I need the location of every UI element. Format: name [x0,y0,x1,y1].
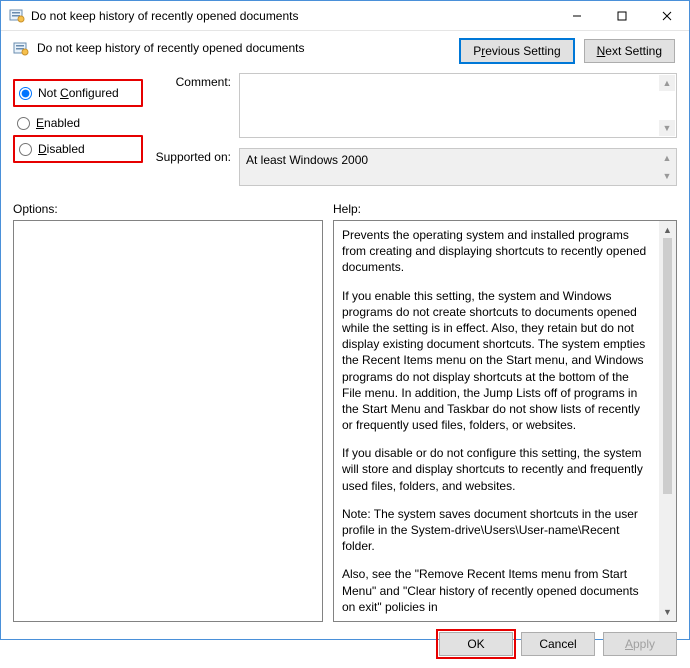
supported-scrollbar: ▲ ▼ [659,150,675,184]
radio-enabled[interactable]: Enabled [13,111,143,135]
help-paragraph: If you disable or do not configure this … [342,445,651,494]
supported-label: Supported on: [153,148,231,186]
mid-section: Not Configured Enabled Disabled Comment: [13,73,677,186]
scroll-down-icon[interactable]: ▼ [659,120,675,136]
radio-disabled-label: Disabled [38,142,85,156]
scroll-down-icon[interactable]: ▼ [659,604,676,621]
help-paragraph: Also, see the "Remove Recent Items menu … [342,566,651,615]
comment-scrollbar[interactable]: ▲ ▼ [659,75,675,136]
help-scrollbar[interactable]: ▲ ▼ [659,221,676,621]
help-label: Help: [333,202,361,216]
help-pane: Prevents the operating system and instal… [334,221,659,621]
highlight-disabled: Disabled [13,135,143,163]
minimize-button[interactable] [554,1,599,30]
highlight-not-configured: Not Configured [13,79,143,107]
panes-row: Prevents the operating system and instal… [13,220,677,622]
scroll-up-icon[interactable]: ▲ [659,75,675,91]
supported-value: At least Windows 2000 [246,153,368,167]
maximize-button[interactable] [599,1,644,30]
apply-button[interactable]: Apply [603,632,677,656]
radio-not-configured-input[interactable] [19,87,32,100]
footer-buttons: OK Cancel Apply [13,622,677,656]
policy-title: Do not keep history of recently opened d… [37,39,452,55]
close-button[interactable] [644,1,689,30]
dialog-content: Do not keep history of recently opened d… [1,31,689,668]
ok-button[interactable]: OK [439,632,513,656]
radio-disabled-input[interactable] [19,143,32,156]
comment-row: Comment: ▲ ▼ [153,73,677,138]
scroll-up-icon: ▲ [659,150,675,166]
help-paragraph: If you enable this setting, the system a… [342,288,651,434]
next-setting-button[interactable]: Next Setting [584,39,675,63]
radio-not-configured-label: Not Configured [38,86,119,100]
radio-not-configured[interactable]: Not Configured [15,81,135,105]
header-row: Do not keep history of recently opened d… [13,39,677,63]
policy-icon [13,41,29,57]
pane-labels: Options: Help: [13,202,677,216]
titlebar: Do not keep history of recently opened d… [1,1,689,31]
options-pane [13,220,323,622]
scroll-track[interactable] [659,238,676,604]
nav-buttons: Previous Setting Next Setting [460,39,677,63]
cancel-button[interactable]: Cancel [521,632,595,656]
help-paragraph: Note: The system saves document shortcut… [342,506,651,555]
help-pane-wrap: Prevents the operating system and instal… [333,220,677,622]
supported-text: At least Windows 2000 ▲ ▼ [239,148,677,186]
comment-textarea[interactable]: ▲ ▼ [239,73,677,138]
dialog-window: Do not keep history of recently opened d… [0,0,690,640]
window-controls [554,1,689,30]
radio-enabled-label: Enabled [36,116,80,130]
form-column: Comment: ▲ ▼ Supported on: At least Wind… [153,73,677,186]
scroll-thumb[interactable] [663,238,672,494]
comment-label: Comment: [153,73,231,138]
window-title: Do not keep history of recently opened d… [31,9,554,23]
radio-disabled[interactable]: Disabled [15,137,135,161]
radio-enabled-input[interactable] [17,117,30,130]
scroll-down-icon: ▼ [659,168,675,184]
supported-row: Supported on: At least Windows 2000 ▲ ▼ [153,148,677,186]
state-radio-group: Not Configured Enabled Disabled [13,73,143,186]
options-label: Options: [13,202,333,216]
scroll-up-icon[interactable]: ▲ [659,221,676,238]
previous-setting-button[interactable]: Previous Setting [460,39,573,63]
policy-icon [9,8,25,24]
help-paragraph: Prevents the operating system and instal… [342,227,651,276]
